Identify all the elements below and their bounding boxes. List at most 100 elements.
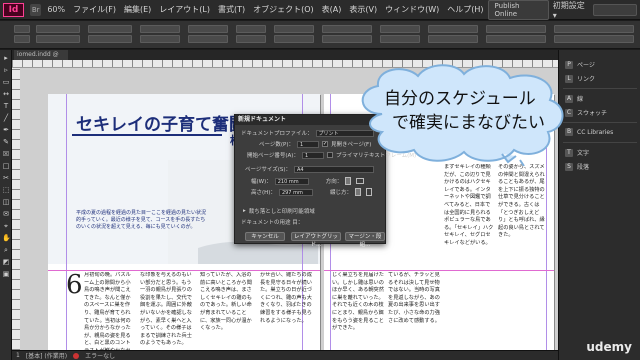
- panel-divider: [563, 142, 637, 143]
- rotate-fields[interactable]: [188, 25, 228, 45]
- frame-fitting-icons[interactable]: [486, 25, 546, 45]
- panel-label: 段落: [577, 164, 590, 171]
- effects-fields[interactable]: [380, 25, 420, 45]
- panel-label: 線: [577, 96, 584, 103]
- free-transform-tool-icon[interactable]: ⬚: [2, 186, 10, 194]
- rectangle-frame-tool-icon[interactable]: ☒: [2, 150, 10, 158]
- width-label: 幅(W)：: [251, 179, 272, 185]
- start-page-label: 開始ページ番号(A)：: [247, 153, 299, 159]
- menu-edit[interactable]: 編集(E): [120, 4, 155, 15]
- text-column[interactable]: な印象を与えるのもいい部分だと思う。もう一羽の親鳥が見張りの役割を果たし、交代で…: [140, 272, 194, 360]
- height-input[interactable]: 297 mm: [278, 188, 313, 196]
- cancel-button[interactable]: キャンセル: [245, 232, 285, 241]
- line-tool-icon[interactable]: ╱: [2, 114, 10, 122]
- swatches-panel-tab[interactable]: C スウォッチ: [565, 108, 607, 117]
- indesign-logo: Id: [3, 2, 24, 17]
- lead-text: 平成の夏の過程を経過の見た目ーここを経過の見たい状況的手っていく。最近の様子を見…: [76, 210, 207, 230]
- direct-selection-tool-icon[interactable]: ▹: [2, 66, 10, 74]
- view-mode-icon[interactable]: ▣: [2, 270, 10, 278]
- menu-view[interactable]: 表示(V): [345, 4, 381, 15]
- fill-stroke-swatches[interactable]: [274, 25, 314, 45]
- margin-columns-button[interactable]: マージン・段組...: [345, 232, 385, 248]
- page-tool-icon[interactable]: ▭: [2, 78, 10, 86]
- profile-label: ドキュメントプロファイル：: [241, 131, 313, 137]
- page-size-select[interactable]: A4: [294, 165, 375, 173]
- landscape-icon[interactable]: [356, 178, 365, 184]
- bubble-line-2: で確実にまなびたい: [392, 113, 545, 133]
- workspace-switcher[interactable]: 初期設定 ▾: [553, 0, 590, 20]
- menu-window[interactable]: ウィンドウ(W): [381, 4, 443, 15]
- xy-fields[interactable]: [36, 25, 80, 45]
- panel-divider: [563, 122, 637, 123]
- style-status[interactable]: [基本] (作業用): [26, 351, 67, 360]
- pencil-tool-icon[interactable]: ✎: [2, 138, 10, 146]
- note-tool-icon[interactable]: ✉: [2, 210, 10, 218]
- style-fields[interactable]: [554, 25, 634, 45]
- menu-layout[interactable]: レイアウト(L): [155, 4, 214, 15]
- text-column[interactable]: その姿から、スズメの仲間と間違えられることもあるが、尾を上下に振る独特の仕草で見…: [498, 164, 546, 360]
- publish-online-button[interactable]: Publish Online: [487, 0, 549, 20]
- control-panel: [0, 21, 640, 49]
- scissors-tool-icon[interactable]: ✂: [2, 174, 10, 182]
- width-input[interactable]: 210 mm: [274, 177, 309, 185]
- facing-pages-checkbox[interactable]: ✓: [322, 141, 328, 147]
- preflight-status-icon[interactable]: [73, 352, 80, 359]
- pen-tool-icon[interactable]: ✒: [2, 126, 10, 134]
- text-column[interactable]: じく巣立ちを見届けたい。しかし雛は思いのほか早く、ある朝突然に巣を離れていった。…: [332, 272, 384, 360]
- opacity-field[interactable]: [428, 25, 478, 45]
- height-label: 高さ(H)：: [251, 190, 276, 196]
- text-column[interactable]: 知っていたが、入浴の前に高いところから聞こえる鳴き声は、まさしくセキレイの雛のも…: [200, 272, 254, 360]
- start-page-input[interactable]: 1: [301, 151, 324, 159]
- selection-tool-icon[interactable]: ▸: [2, 54, 10, 62]
- gradient-tool-icon[interactable]: ◫: [2, 198, 10, 206]
- intent-row: ドキュメントの用途 目：: [241, 218, 303, 226]
- reference-point-icon[interactable]: [14, 25, 30, 45]
- bleed-label: 裁ち落としと印刷可能領域: [248, 209, 315, 215]
- text-column[interactable]: ているが、チラッと見るそれは決して見せ物ではない。当時の写真を見返しながら、あの…: [388, 272, 440, 360]
- flip-icons[interactable]: [236, 25, 266, 45]
- menu-table[interactable]: 表(A): [318, 4, 346, 15]
- udemy-watermark: udemy: [586, 340, 632, 354]
- search-input[interactable]: [593, 3, 637, 16]
- menu-file[interactable]: ファイル(F): [69, 4, 120, 15]
- eyedropper-tool-icon[interactable]: ⌖: [2, 222, 10, 230]
- zoom-level[interactable]: 60%: [47, 5, 65, 14]
- text-column[interactable]: 月初旬の晩。パスルーム上の隙間から小鳥の鳴き声が聞こえてきた。なんと僅かのスペー…: [84, 272, 134, 360]
- cc-libraries-panel-tab[interactable]: B CC Libraries: [565, 128, 613, 136]
- page-size-row: ページサイズ(S)： A4: [245, 165, 375, 173]
- scale-fields[interactable]: [140, 25, 180, 45]
- zoom-tool-icon[interactable]: ⌕: [2, 246, 10, 254]
- preflight-status[interactable]: エラーなし: [85, 351, 115, 360]
- menu-bar: Id Br 60% ファイル(F) 編集(E) レイアウト(L) 書式(T) オ…: [0, 0, 640, 20]
- text-column[interactable]: かせ合い、雛たちの成長を見守る日々が続いた。巣立ちの日が近づくにつれ、雛の声も大…: [260, 272, 314, 360]
- bridge-icon[interactable]: Br: [29, 3, 42, 16]
- menu-object[interactable]: オブジェクト(O): [249, 4, 318, 15]
- layout-grid-button[interactable]: レイアウトグリッド...: [291, 232, 341, 248]
- portrait-icon[interactable]: [345, 177, 352, 185]
- pages-input[interactable]: 1: [297, 140, 319, 148]
- vertical-ruler[interactable]: [12, 68, 20, 360]
- title-rule: [72, 134, 222, 136]
- disclosure-triangle-icon[interactable]: ▸: [243, 208, 246, 214]
- menu-help[interactable]: ヘルプ(H): [443, 4, 487, 15]
- right-binding-icon[interactable]: [365, 188, 372, 196]
- menu-list: ファイル(F) 編集(E) レイアウト(L) 書式(T) オブジェクト(O) 表…: [69, 4, 487, 15]
- text-column[interactable]: まずセキレイの種類だが、この辺りで見かけるのはハクセキレイである。インターネット…: [444, 164, 494, 360]
- hand-tool-icon[interactable]: ✋: [2, 234, 11, 242]
- fill-stroke-icon[interactable]: ◩: [2, 258, 10, 266]
- height-row: 高さ(H)： 297 mm 綴じ方：: [251, 188, 374, 196]
- stroke-weight-field[interactable]: [322, 25, 372, 45]
- menu-type[interactable]: 書式(T): [214, 4, 249, 15]
- panel-divider: [563, 88, 637, 89]
- primary-frame-checkbox[interactable]: [326, 152, 333, 158]
- wh-fields[interactable]: [88, 25, 132, 45]
- panel-label: ページ: [577, 62, 595, 69]
- document-tab[interactable]: iomed.indd @ 60%: [14, 50, 68, 68]
- bleed-row[interactable]: ▸ 裁ち落としと印刷可能領域: [243, 207, 315, 215]
- rectangle-tool-icon[interactable]: □: [2, 162, 10, 170]
- type-tool-icon[interactable]: T: [2, 102, 10, 110]
- margin-guide: [66, 94, 67, 360]
- left-binding-icon[interactable]: [354, 188, 361, 196]
- gap-tool-icon[interactable]: ↔: [2, 90, 10, 98]
- page-number-field[interactable]: 1: [16, 352, 20, 359]
